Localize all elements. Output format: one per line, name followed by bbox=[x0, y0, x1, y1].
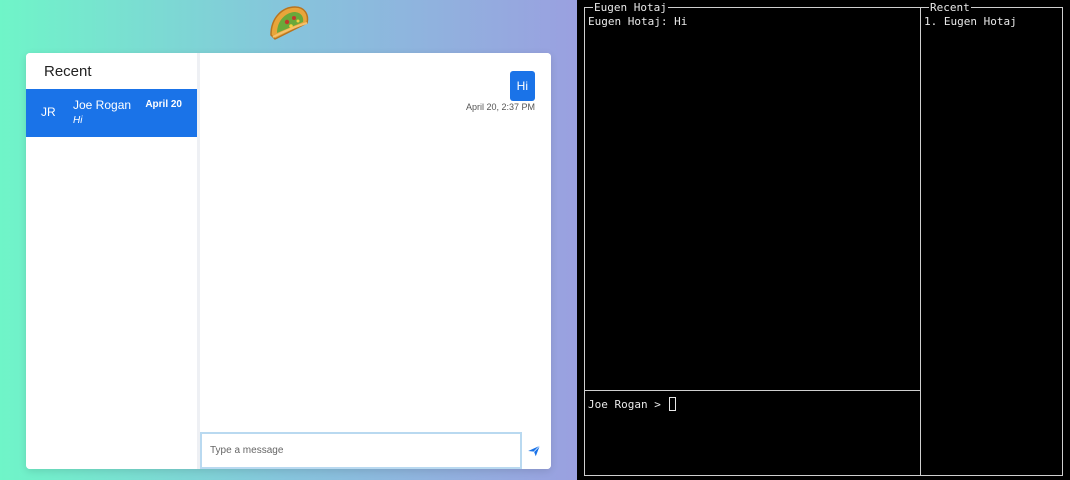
chat-card: Recent JR Joe Rogan April 20 Hi Hi April… bbox=[26, 53, 551, 469]
chat-pane: Hi April 20, 2:37 PM bbox=[200, 53, 551, 469]
send-icon[interactable] bbox=[527, 444, 541, 458]
recent-pane-title: Recent bbox=[929, 1, 971, 14]
conversation-date: April 20 bbox=[145, 99, 182, 110]
conversation-preview: Hi bbox=[73, 115, 83, 126]
message-input[interactable] bbox=[200, 432, 522, 469]
sidebar-title: Recent bbox=[44, 63, 92, 80]
taco-icon bbox=[270, 6, 309, 40]
terminal-message-line: Eugen Hotaj: Hi bbox=[588, 15, 688, 28]
terminal-chat-pane: Eugen Hotaj Eugen Hotaj: Hi bbox=[584, 1, 921, 391]
terminal-prompt: Joe Rogan > bbox=[588, 398, 668, 411]
message-bubble: Hi bbox=[509, 71, 535, 101]
avatar: JR bbox=[41, 105, 56, 119]
terminal-cursor bbox=[669, 397, 676, 411]
recent-sidebar: Recent JR Joe Rogan April 20 Hi bbox=[26, 53, 200, 469]
terminal-recent-item[interactable]: 1. Eugen Hotaj bbox=[924, 15, 1017, 28]
web-chat-app: Recent JR Joe Rogan April 20 Hi Hi April… bbox=[0, 0, 577, 480]
terminal-input-pane[interactable]: Joe Rogan > bbox=[584, 390, 921, 476]
conversation-item-joe-rogan[interactable]: JR Joe Rogan April 20 Hi bbox=[26, 89, 197, 137]
terminal-app: Eugen Hotaj Eugen Hotaj: Hi Recent 1. Eu… bbox=[577, 0, 1070, 480]
message-timestamp: April 20, 2:37 PM bbox=[465, 102, 535, 112]
conversation-name: Joe Rogan bbox=[73, 98, 132, 112]
terminal-recent-pane: Recent 1. Eugen Hotaj bbox=[920, 1, 1063, 476]
chat-pane-title: Eugen Hotaj bbox=[593, 1, 668, 14]
